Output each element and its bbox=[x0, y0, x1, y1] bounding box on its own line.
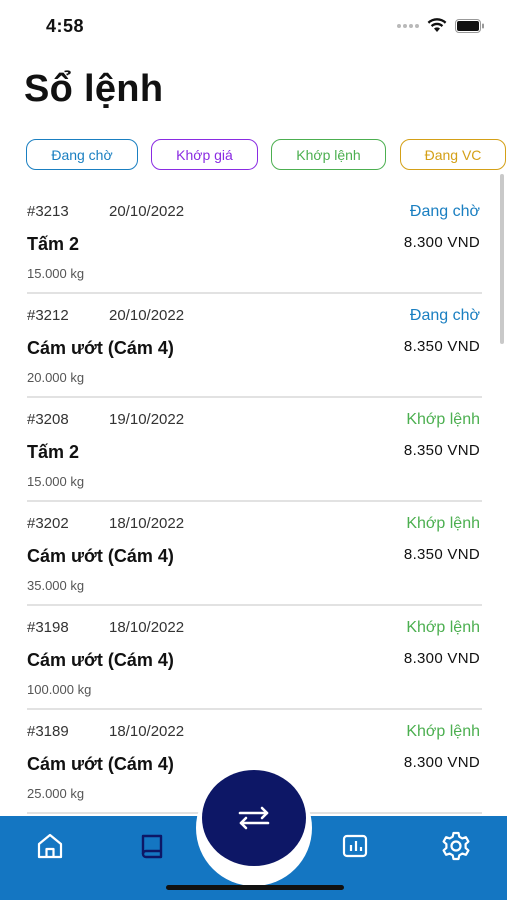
wifi-icon bbox=[427, 18, 447, 32]
order-row[interactable]: #3213 20/10/2022 Đang chờ Tấm 2 8.300 VN… bbox=[27, 190, 482, 294]
filter-chip-pending[interactable]: Đang chờ bbox=[26, 139, 138, 170]
order-weight: 100.000 kg bbox=[27, 682, 92, 697]
order-date: 20/10/2022 bbox=[109, 203, 185, 220]
order-row[interactable]: #3202 18/10/2022 Khớp lệnh Cám ướt (Cám … bbox=[27, 502, 482, 606]
swap-icon bbox=[238, 806, 270, 830]
filter-chip-shipping[interactable]: Đang VC bbox=[400, 139, 506, 170]
filter-chip-order-matched[interactable]: Khớp lệnh bbox=[271, 139, 386, 170]
order-status: Khớp lệnh bbox=[406, 619, 480, 636]
filter-chip-row[interactable]: Đang chờ Khớp giá Khớp lệnh Đang VC bbox=[26, 139, 507, 171]
order-product-name: Cám ướt (Cám 4) bbox=[27, 754, 174, 774]
order-id: #3208 bbox=[27, 411, 69, 428]
order-weight: 25.000 kg bbox=[27, 786, 85, 801]
order-list[interactable]: #3213 20/10/2022 Đang chờ Tấm 2 8.300 VN… bbox=[27, 190, 482, 814]
order-date: 18/10/2022 bbox=[109, 723, 185, 740]
order-weight: 35.000 kg bbox=[27, 578, 85, 593]
order-product-name: Cám ướt (Cám 4) bbox=[27, 650, 174, 670]
order-price: 8.300 VND bbox=[403, 234, 480, 251]
order-product-name: Tấm 2 bbox=[27, 442, 80, 462]
chart-icon bbox=[342, 834, 368, 858]
order-price: 8.350 VND bbox=[403, 442, 480, 459]
order-id: #3213 bbox=[27, 203, 69, 220]
order-weight: 20.000 kg bbox=[27, 370, 85, 385]
order-date: 18/10/2022 bbox=[109, 619, 185, 636]
status-icons bbox=[397, 18, 485, 33]
status-time: 4:58 bbox=[46, 16, 85, 36]
order-product-name: Cám ướt (Cám 4) bbox=[27, 546, 174, 566]
book-icon bbox=[141, 834, 163, 859]
page-title: Sổ lệnh bbox=[24, 68, 164, 110]
tab-statistics[interactable] bbox=[335, 826, 375, 866]
order-row[interactable]: #3212 20/10/2022 Đang chờ Cám ướt (Cám 4… bbox=[27, 294, 482, 398]
order-id: #3202 bbox=[27, 515, 69, 532]
battery-icon bbox=[455, 18, 484, 33]
status-bar: 4:58 bbox=[0, 0, 507, 56]
tab-order-book[interactable] bbox=[132, 826, 172, 866]
order-id: #3212 bbox=[27, 307, 69, 324]
order-date: 19/10/2022 bbox=[109, 411, 185, 428]
tab-settings[interactable] bbox=[436, 826, 476, 866]
gear-icon bbox=[442, 831, 470, 861]
order-id: #3189 bbox=[27, 723, 69, 740]
order-row[interactable]: #3208 19/10/2022 Khớp lệnh Tấm 2 8.350 V… bbox=[27, 398, 482, 502]
order-price: 8.350 VND bbox=[403, 546, 480, 563]
home-icon bbox=[37, 833, 63, 859]
order-status: Khớp lệnh bbox=[406, 723, 480, 740]
order-price: 8.300 VND bbox=[403, 650, 480, 667]
home-indicator bbox=[166, 885, 344, 890]
order-date: 18/10/2022 bbox=[109, 515, 185, 532]
order-price: 8.300 VND bbox=[403, 754, 480, 771]
order-row[interactable]: #3198 18/10/2022 Khớp lệnh Cám ướt (Cám … bbox=[27, 606, 482, 710]
order-price: 8.350 VND bbox=[403, 338, 480, 355]
order-status: Đang chờ bbox=[409, 307, 480, 324]
order-status: Khớp lệnh bbox=[406, 515, 480, 532]
swap-order-button[interactable] bbox=[202, 770, 306, 866]
order-status: Đang chờ bbox=[409, 203, 480, 220]
order-id: #3198 bbox=[27, 619, 69, 636]
tab-home[interactable] bbox=[30, 826, 70, 866]
order-product-name: Cám ướt (Cám 4) bbox=[27, 338, 174, 358]
order-weight: 15.000 kg bbox=[27, 474, 85, 489]
filter-chip-price-matched[interactable]: Khớp giá bbox=[151, 139, 258, 170]
cellular-signal-icon bbox=[397, 23, 419, 28]
order-weight: 15.000 kg bbox=[27, 266, 85, 281]
order-status: Khớp lệnh bbox=[406, 411, 480, 428]
order-date: 20/10/2022 bbox=[109, 307, 185, 324]
order-product-name: Tấm 2 bbox=[27, 234, 80, 254]
scrollbar[interactable] bbox=[500, 174, 504, 344]
